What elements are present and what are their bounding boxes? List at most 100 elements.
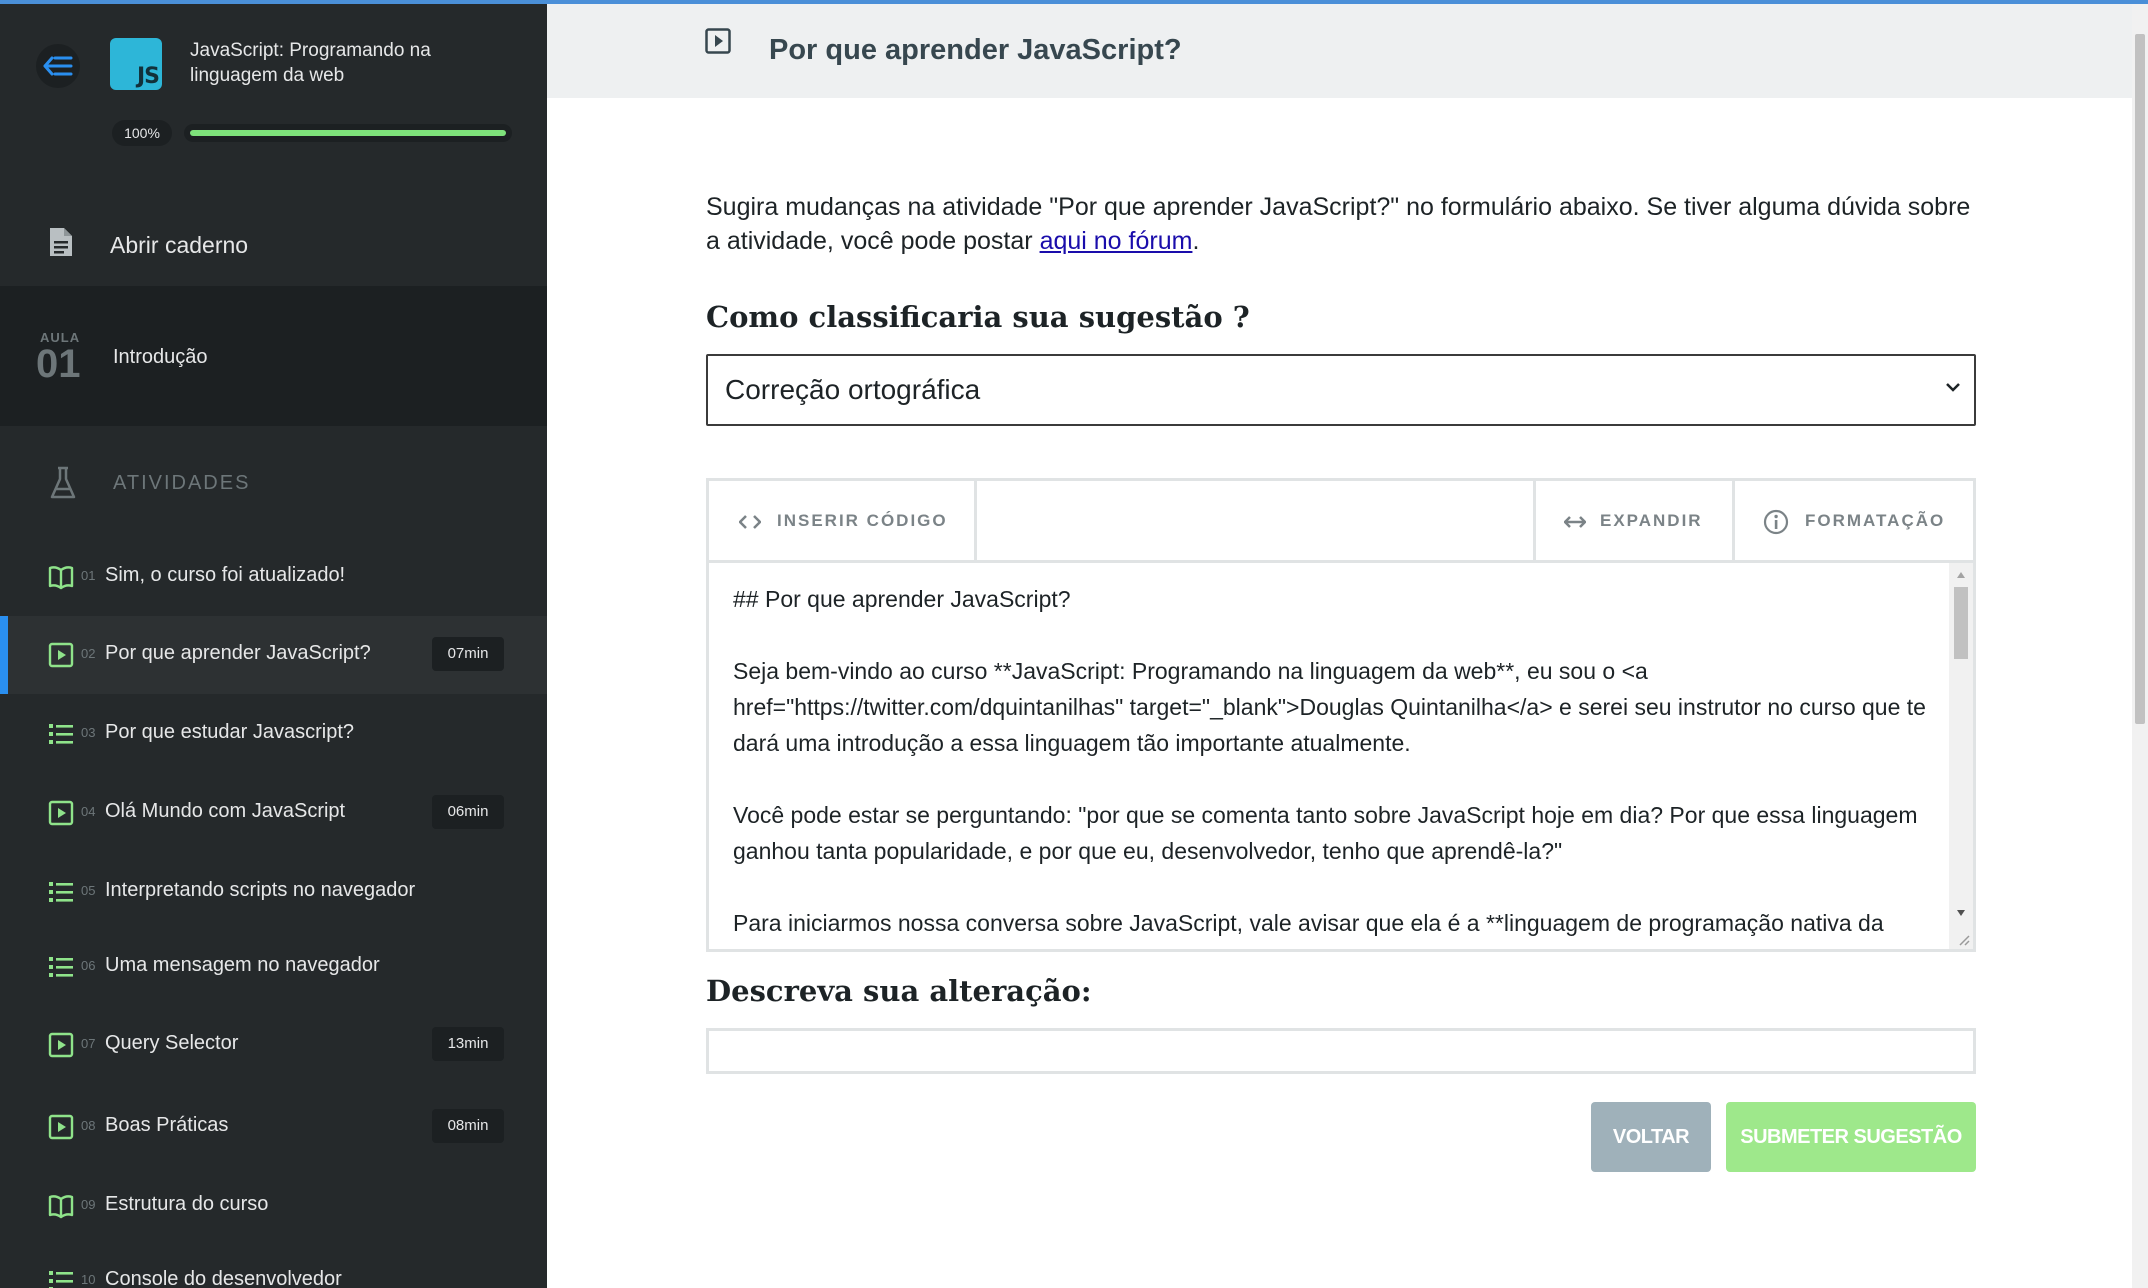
arrow-left-menu-icon	[43, 56, 73, 76]
info-icon	[1763, 509, 1789, 535]
course-logo-text: JS	[136, 64, 160, 89]
back-button[interactable]	[36, 44, 80, 88]
classify-heading: Como classificaria sua sugestão ?	[706, 300, 1250, 334]
activity-duration: 08min	[432, 1109, 504, 1143]
activity-item[interactable]: 03 Por que estudar Javascript?	[0, 695, 547, 773]
activity-number: 03	[81, 725, 96, 740]
activity-number: 07	[81, 1036, 96, 1051]
list-icon	[48, 879, 74, 905]
editor-toolbar: INSERIR CÓDIGO EXPANDIR FORMATAÇÃO	[709, 481, 1973, 563]
progress-percent: 100%	[112, 120, 172, 146]
progress-bar-fill	[190, 130, 506, 136]
expand-label: EXPANDIR	[1600, 511, 1703, 530]
page-scrollbar[interactable]	[2132, 4, 2148, 1288]
activity-duration: 13min	[432, 1027, 504, 1061]
code-icon	[739, 515, 761, 529]
list-icon	[48, 1268, 74, 1288]
course-title[interactable]: JavaScript: Programando na linguagem da …	[190, 38, 490, 88]
activity-title: Estrutura do curso	[105, 1193, 269, 1215]
activity-item[interactable]: 10 Console do desenvolvedor	[0, 1242, 547, 1288]
activity-number: 01	[81, 568, 96, 583]
activity-title: Uma mensagem no navegador	[105, 954, 380, 976]
editor-paragraph: ## Por que aprender JavaScript?	[733, 586, 1071, 612]
intro-text: Sugira mudanças na atividade "Por que ap…	[706, 190, 1981, 258]
video-icon	[48, 642, 74, 668]
insert-code-label: INSERIR CÓDIGO	[777, 511, 948, 530]
intro-text-before: Sugira mudanças na atividade "Por que ap…	[706, 193, 1971, 255]
submit-suggestion-button[interactable]: SUBMETER SUGESTÃO	[1726, 1102, 1976, 1172]
activity-item[interactable]: 05 Interpretando scripts no navegador	[0, 853, 547, 931]
editor-scrollbar[interactable]	[1949, 563, 1973, 949]
editor-paragraph: Você pode estar se perguntando: "por que…	[733, 802, 1918, 864]
describe-heading: Descreva sua alteração:	[706, 974, 1092, 1008]
activity-item[interactable]: 09 Estrutura do curso	[0, 1167, 547, 1245]
suggestion-editor: INSERIR CÓDIGO EXPANDIR FORMATAÇÃO ## Po…	[706, 478, 1976, 952]
active-indicator	[0, 616, 8, 694]
editor-paragraph: Seja bem-vindo ao curso **JavaScript: Pr…	[733, 658, 1926, 756]
video-icon	[705, 28, 731, 54]
classification-select[interactable]: Correção ortográfica	[706, 354, 1976, 426]
activity-header: Por que aprender JavaScript?	[547, 4, 2132, 98]
video-icon	[48, 800, 74, 826]
insert-code-button[interactable]: INSERIR CÓDIGO	[709, 481, 977, 560]
activity-item[interactable]: 08 Boas Práticas 08min	[0, 1088, 547, 1166]
activities-label: ATIVIDADES	[113, 472, 251, 494]
open-notebook-label: Abrir caderno	[110, 232, 249, 258]
activity-number: 10	[81, 1272, 96, 1287]
activity-item[interactable]: 07 Query Selector 13min	[0, 1006, 547, 1084]
activity-item[interactable]: 06 Uma mensagem no navegador	[0, 928, 547, 1006]
activity-title: Interpretando scripts no navegador	[105, 879, 416, 901]
editor-textarea[interactable]: ## Por que aprender JavaScript? Seja bem-…	[709, 563, 1973, 949]
book-icon	[48, 564, 74, 590]
activity-title: Olá Mundo com JavaScript	[105, 800, 346, 822]
document-icon	[50, 228, 72, 256]
activity-item[interactable]: 04 Olá Mundo com JavaScript 06min	[0, 774, 547, 852]
formatting-button[interactable]: FORMATAÇÃO	[1735, 481, 1973, 560]
activity-title: Boas Práticas	[105, 1114, 229, 1136]
activity-number: 08	[81, 1118, 96, 1133]
activity-title: Query Selector	[105, 1032, 239, 1054]
progress-bar	[184, 124, 512, 142]
resize-handle-icon[interactable]	[1956, 932, 1970, 946]
activity-number: 04	[81, 804, 96, 819]
activity-number: 09	[81, 1197, 96, 1212]
page-scrollbar-thumb[interactable]	[2135, 34, 2145, 724]
list-icon	[48, 721, 74, 747]
chevron-down-icon	[1946, 383, 1960, 392]
lesson-section[interactable]: AULA 01 Introdução	[0, 286, 547, 426]
forum-link[interactable]: aqui no fórum	[1040, 227, 1193, 255]
lesson-number: 01	[36, 342, 81, 386]
activity-number: 05	[81, 883, 96, 898]
activity-title: Console do desenvolvedor	[105, 1268, 342, 1288]
main-content: Por que aprender JavaScript? Sugira muda…	[547, 4, 2132, 1288]
activity-title: Por que estudar Javascript?	[105, 721, 355, 743]
editor-content: ## Por que aprender JavaScript? Seja bem-…	[733, 581, 1933, 949]
editor-paragraph: Para iniciarmos nossa conversa sobre Jav…	[733, 910, 1884, 936]
open-notebook-button[interactable]: Abrir caderno	[0, 204, 547, 286]
list-icon	[48, 954, 74, 980]
editor-scrollbar-thumb[interactable]	[1954, 587, 1968, 659]
activity-item[interactable]: 02 Por que aprender JavaScript? 07min	[0, 616, 547, 694]
scroll-up-arrow-icon[interactable]	[1956, 571, 1966, 579]
activity-title: Por que aprender JavaScript?	[105, 642, 371, 664]
activity-duration: 07min	[432, 637, 504, 671]
activity-number: 02	[81, 646, 96, 661]
activity-duration: 06min	[432, 795, 504, 829]
course-header: JS JavaScript: Programando na linguagem …	[0, 4, 547, 204]
activity-item[interactable]: 01 Sim, o curso foi atualizado!	[0, 538, 547, 616]
lesson-name: Introdução	[113, 346, 208, 368]
video-icon	[48, 1032, 74, 1058]
expand-button[interactable]: EXPANDIR	[1533, 481, 1735, 560]
course-sidebar: JS JavaScript: Programando na linguagem …	[0, 4, 547, 1288]
formatting-label: FORMATAÇÃO	[1805, 511, 1946, 530]
activity-number: 06	[81, 958, 96, 973]
page-title: Por que aprender JavaScript?	[769, 34, 1182, 66]
scroll-down-arrow-icon[interactable]	[1956, 909, 1966, 917]
classification-selected-value: Correção ortográfica	[725, 374, 981, 405]
book-icon	[48, 1193, 74, 1219]
intro-text-after: .	[1192, 227, 1200, 255]
flask-icon	[50, 466, 76, 499]
back-form-button[interactable]: VOLTAR	[1591, 1102, 1711, 1172]
expand-arrows-icon	[1564, 516, 1586, 528]
describe-change-input[interactable]	[706, 1028, 1976, 1074]
